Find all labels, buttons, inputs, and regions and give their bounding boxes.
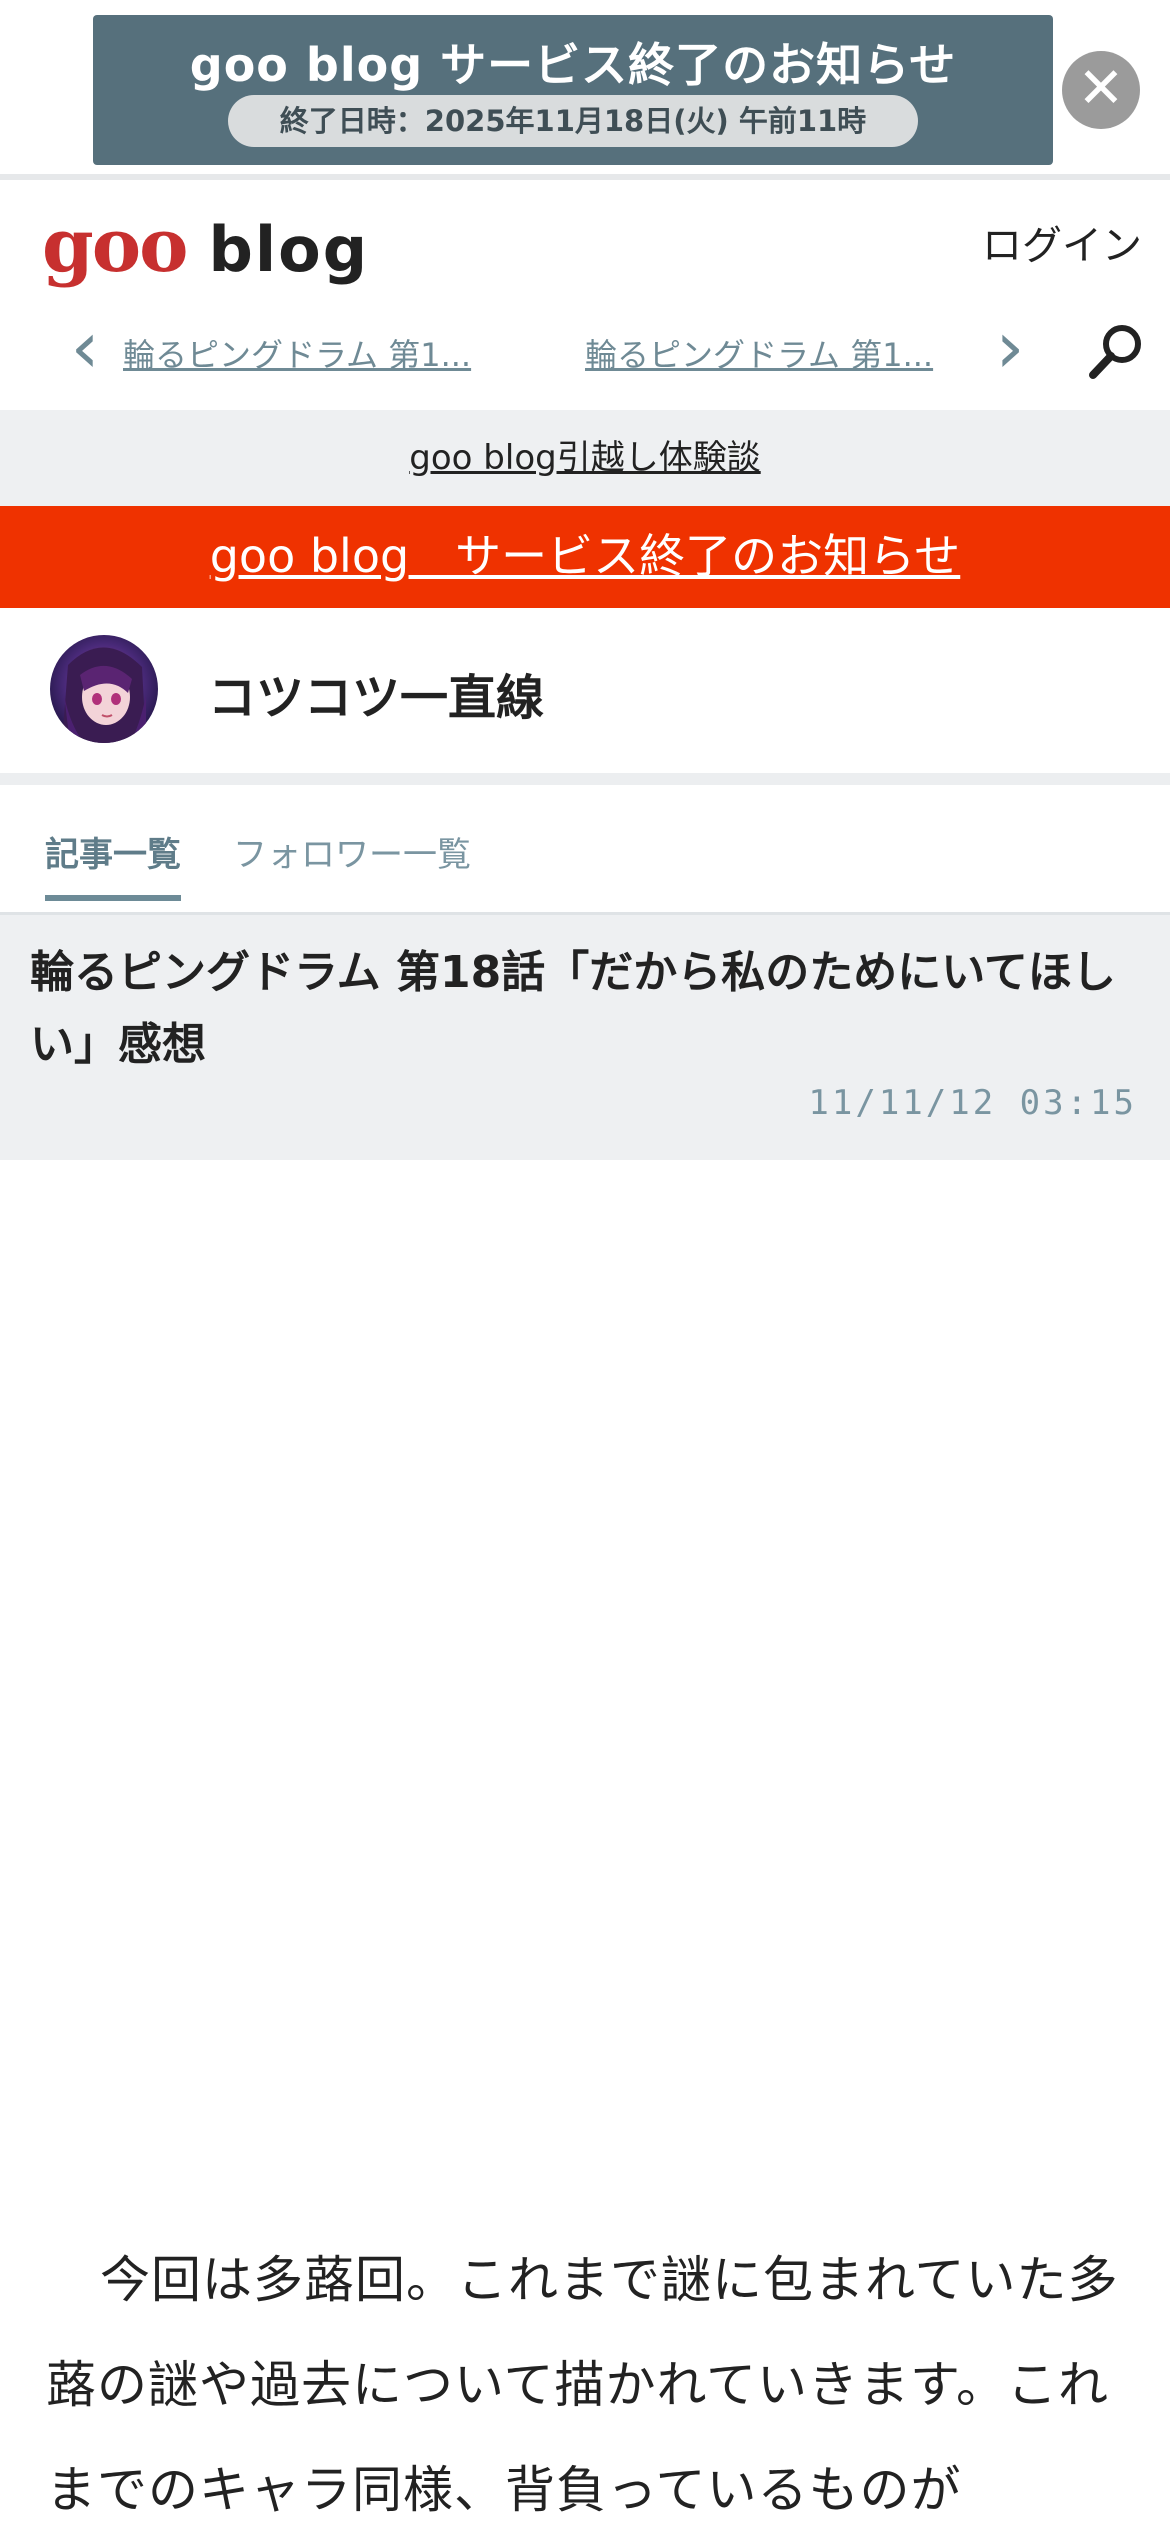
next-article-link[interactable]: 輪るピングドラム 第1...	[585, 330, 965, 376]
article-navigation: ‹ 輪るピングドラム 第1... 輪るピングドラム 第1... ›	[0, 310, 1170, 390]
tab-articles[interactable]: 記事一覧	[45, 827, 181, 901]
article-header: 輪るピングドラム 第18話「だから私のためにいてほしい」感想 11/11/12 …	[0, 915, 1170, 1160]
profile-tabs: 記事一覧 フォロワー一覧	[0, 785, 1170, 915]
previous-article-link[interactable]: 輪るピングドラム 第1...	[123, 330, 503, 376]
chevron-left-icon[interactable]: ‹	[60, 311, 110, 383]
banner-end-date: 終了日時：2025年11月18日(火) 午前11時	[228, 95, 918, 147]
banner-title: goo blog サービス終了のお知らせ	[189, 38, 957, 92]
blog-profile: コツコツ一直線	[0, 608, 1170, 785]
search-icon[interactable]	[1085, 320, 1147, 382]
blog-name[interactable]: コツコツ一直線	[208, 658, 544, 728]
migration-story-link[interactable]: goo blog引越し体験談	[0, 410, 1170, 506]
article-title: 輪るピングドラム 第18話「だから私のためにいてほしい」感想	[30, 947, 1116, 1070]
article-body-text: 今回は多蕗回。これまで謎に包まれていた多蕗の謎や過去について描かれていきます。こ…	[46, 2251, 1119, 2519]
logo-goo-text: goo	[42, 203, 188, 289]
chevron-right-icon[interactable]: ›	[985, 311, 1035, 383]
close-icon[interactable]: ✕	[1062, 51, 1140, 129]
site-header: goo blog ログイン ‹ 輪るピングドラム 第1... 輪るピングドラム …	[0, 185, 1170, 410]
goo-blog-logo[interactable]: goo blog	[42, 203, 370, 289]
avatar[interactable]	[50, 635, 158, 743]
service-end-banner[interactable]: goo blog サービス終了のお知らせ 終了日時：2025年11月18日(火)…	[93, 15, 1053, 165]
article-date: 11/11/12 03:15	[808, 1083, 1137, 1123]
login-link[interactable]: ログイン	[982, 213, 1142, 271]
announcement-banner-area: goo blog サービス終了のお知らせ 終了日時：2025年11月18日(火)…	[0, 0, 1170, 180]
article-body: 今回は多蕗回。これまで謎に包まれていた多蕗の謎や過去について描かれていきます。こ…	[46, 2228, 1136, 2543]
tab-followers[interactable]: フォロワー一覧	[233, 827, 471, 876]
logo-blog-text: blog	[208, 213, 370, 286]
service-end-notice-link[interactable]: goo blog サービス終了のお知らせ	[0, 506, 1170, 608]
